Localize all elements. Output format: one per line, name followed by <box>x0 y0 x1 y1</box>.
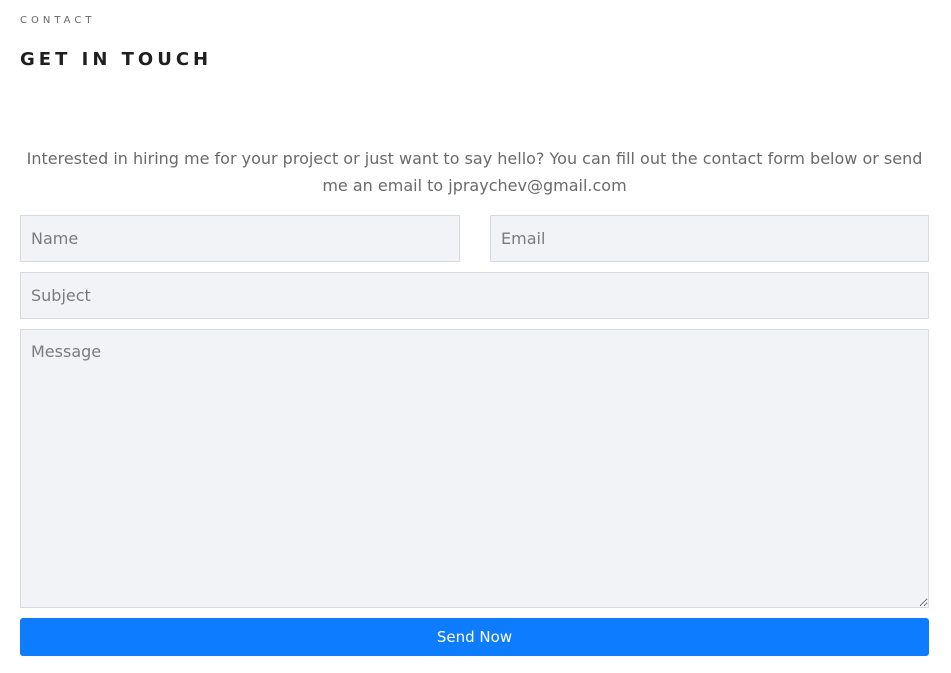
name-input[interactable] <box>20 215 460 262</box>
email-input[interactable] <box>490 215 929 262</box>
send-now-button[interactable]: Send Now <box>20 618 929 656</box>
intro-text: Interested in hiring me for your project… <box>26 149 923 195</box>
subject-input[interactable] <box>20 272 929 319</box>
section-eyebrow: CONTACT <box>20 15 96 26</box>
section-title: GET IN TOUCH <box>20 49 213 70</box>
message-textarea[interactable] <box>20 329 929 608</box>
contact-section: CONTACT GET IN TOUCH Interested in hirin… <box>0 0 951 673</box>
